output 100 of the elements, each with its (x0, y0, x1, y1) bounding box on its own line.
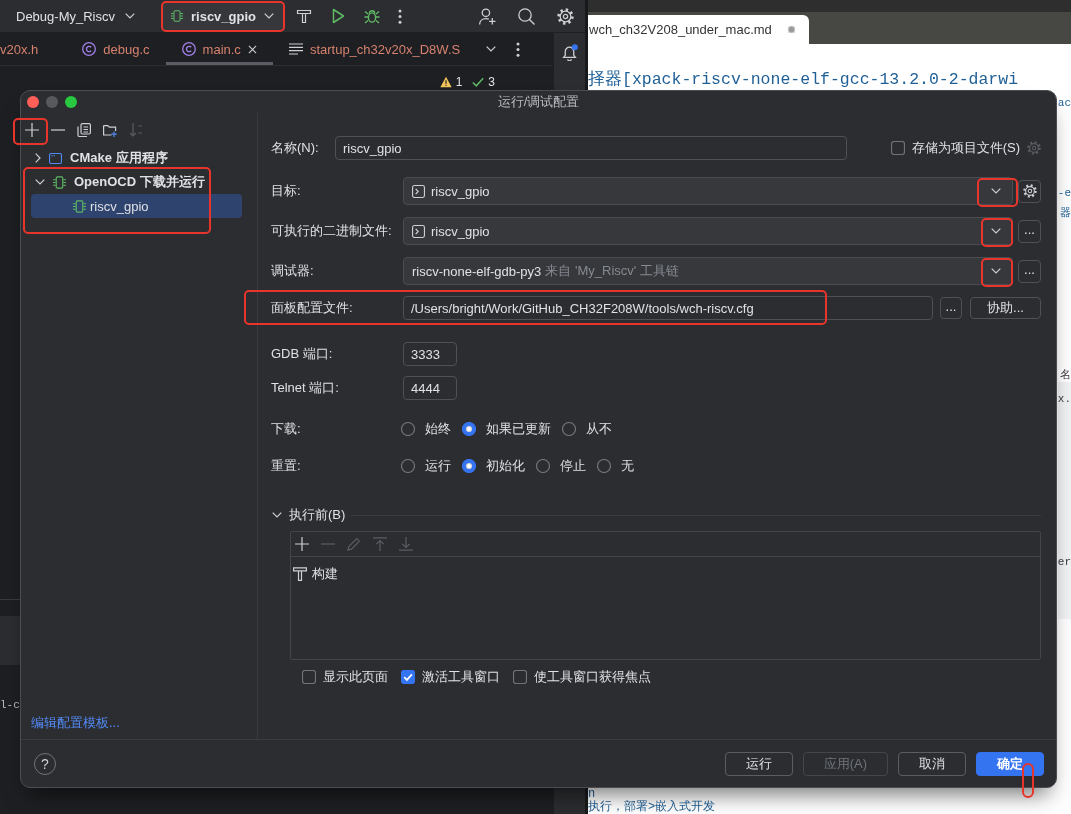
debugger-dropdown[interactable]: riscv-none-elf-gdb-py3 来自 'My_Riscv' 工具链 (403, 257, 1013, 285)
project-selector[interactable]: Debug-My_Riscv (10, 3, 141, 29)
search-icon[interactable] (518, 7, 535, 25)
config-file-field[interactable]: /Users/bright/Work/GitHub_CH32F208W/tools/wch-riscv.cfg (403, 296, 933, 320)
browse-button[interactable]: ... (940, 297, 962, 319)
bell-icon[interactable] (561, 44, 578, 61)
dialog-button[interactable]: 确定 (976, 751, 1044, 776)
chip-icon (171, 10, 183, 22)
more-icon[interactable] (398, 8, 402, 24)
check-count: 3 (488, 75, 495, 89)
document-text: 器 (1060, 206, 1071, 221)
text-lines-icon (288, 42, 303, 56)
radio-button[interactable] (401, 459, 415, 473)
radio-label[interactable]: 始终 (425, 420, 451, 438)
radio-button[interactable] (597, 459, 611, 473)
name-field[interactable]: riscv_gpio (335, 136, 847, 160)
c-file-icon (82, 42, 97, 56)
play-icon[interactable] (330, 8, 346, 24)
field-label: 目标: (271, 182, 302, 200)
dialog-button[interactable]: 运行 (724, 751, 793, 776)
plus-icon[interactable] (295, 537, 309, 551)
checkbox-label[interactable]: 激活工具窗口 (422, 668, 500, 686)
chevron-down-icon[interactable] (486, 46, 497, 52)
radio-label[interactable]: 停止 (560, 457, 586, 475)
target-dropdown[interactable]: riscv_gpio (403, 177, 1013, 205)
chip-icon (53, 175, 66, 189)
section-toggle[interactable]: 执行前(B) (271, 506, 346, 524)
terminal-text: l-c (0, 698, 20, 712)
document-tab[interactable]: wch_ch32V208_under_mac.md (588, 15, 809, 44)
radio-button[interactable] (536, 459, 550, 473)
browse-button[interactable]: ... (1018, 259, 1041, 283)
field-label: GDB 端口: (271, 345, 334, 363)
plus-icon[interactable] (25, 123, 39, 137)
radio-button[interactable] (462, 422, 476, 436)
port-field[interactable]: 4444 (403, 376, 457, 400)
bug-icon[interactable] (364, 8, 380, 24)
hammer-icon (293, 567, 307, 581)
close-button[interactable] (27, 96, 39, 108)
c-file-icon (181, 42, 196, 56)
checkbox[interactable] (401, 670, 415, 684)
checkbox-label[interactable]: 存储为项目文件(S) (911, 139, 1020, 157)
tree-item[interactable]: riscv_gpio (31, 194, 242, 218)
new-folder-icon[interactable] (103, 123, 117, 137)
terminal-icon (412, 224, 425, 238)
checkbox[interactable] (890, 141, 905, 155)
chevron-down-icon (264, 13, 274, 19)
chevron-down-icon[interactable] (991, 188, 1001, 194)
radio-button[interactable] (562, 422, 576, 436)
warning-icon (439, 76, 452, 88)
add-user-icon[interactable] (479, 7, 496, 25)
field-label: 面板配置文件: (271, 299, 354, 317)
dialog-title: 运行/调试配置 (497, 93, 580, 111)
settings-button[interactable] (1018, 179, 1041, 203)
toolchain-hint: 来自 'My_Riscv' 工具链 (545, 262, 679, 280)
field-label: 重置: (271, 457, 302, 475)
chevron-down-icon[interactable] (991, 228, 1001, 234)
executable-dropdown[interactable]: riscv_gpio (403, 217, 1013, 245)
copy-icon[interactable] (77, 123, 91, 137)
field-label: 可执行的二进制文件: (271, 222, 393, 240)
chevron-right-icon[interactable] (35, 153, 41, 163)
chevron-down-icon[interactable] (35, 179, 45, 185)
radio-label[interactable]: 无 (621, 457, 634, 475)
radio-label[interactable]: 运行 (425, 457, 451, 475)
radio-label[interactable]: 初始化 (486, 457, 525, 475)
browse-button[interactable]: ... (1018, 219, 1041, 243)
checkbox-label[interactable]: 使工具窗口获得焦点 (534, 668, 651, 686)
dialog-button[interactable]: 取消 (898, 751, 966, 776)
checkbox-label[interactable]: 显示此页面 (323, 668, 388, 686)
window-icon (49, 151, 62, 165)
document-text: -e (1057, 186, 1071, 201)
task-item[interactable]: 构建 (293, 564, 342, 584)
document-text: 执行，部署>嵌入式开发 (588, 800, 716, 814)
close-icon[interactable] (247, 44, 257, 54)
hammer-icon[interactable] (296, 8, 312, 24)
radio-button[interactable] (462, 459, 476, 473)
checkbox[interactable] (513, 670, 527, 684)
zoom-button[interactable] (65, 96, 77, 108)
radio-label[interactable]: 如果已更新 (486, 420, 551, 438)
edit-templates-link[interactable]: 编辑配置模板... (21, 715, 120, 739)
radio-label[interactable]: 从不 (586, 420, 612, 438)
editor-tab[interactable]: main.c (165, 33, 273, 65)
warning-count: 1 (455, 75, 463, 89)
document-text: er (1057, 555, 1071, 570)
chevron-down-icon (125, 13, 135, 19)
radio-button[interactable] (401, 422, 415, 436)
chip-icon (73, 199, 86, 213)
tree-item[interactable]: OpenOCD 下载并运行 (31, 170, 242, 194)
document-text: 择器[xpack-riscv-none-elf-gcc-13.2.0-2-darwi (588, 71, 1019, 89)
chevron-down-icon[interactable] (991, 268, 1001, 274)
more-icon[interactable] (516, 41, 521, 57)
editor-tab[interactable]: debug.c (66, 33, 166, 65)
checkbox[interactable] (302, 670, 316, 684)
tree-item[interactable]: CMake 应用程序 (31, 146, 242, 170)
document-text: x. (1057, 392, 1071, 407)
assist-button[interactable]: 协助... (970, 297, 1041, 319)
editor-tab[interactable]: v20x.h (0, 33, 67, 65)
editor-tab[interactable]: startup_ch32v20x_D8W.S (272, 33, 477, 65)
run-configuration-selector[interactable]: riscv_gpio (162, 1, 284, 31)
port-field[interactable]: 3333 (403, 342, 457, 366)
document-text: 名 (1060, 368, 1071, 383)
